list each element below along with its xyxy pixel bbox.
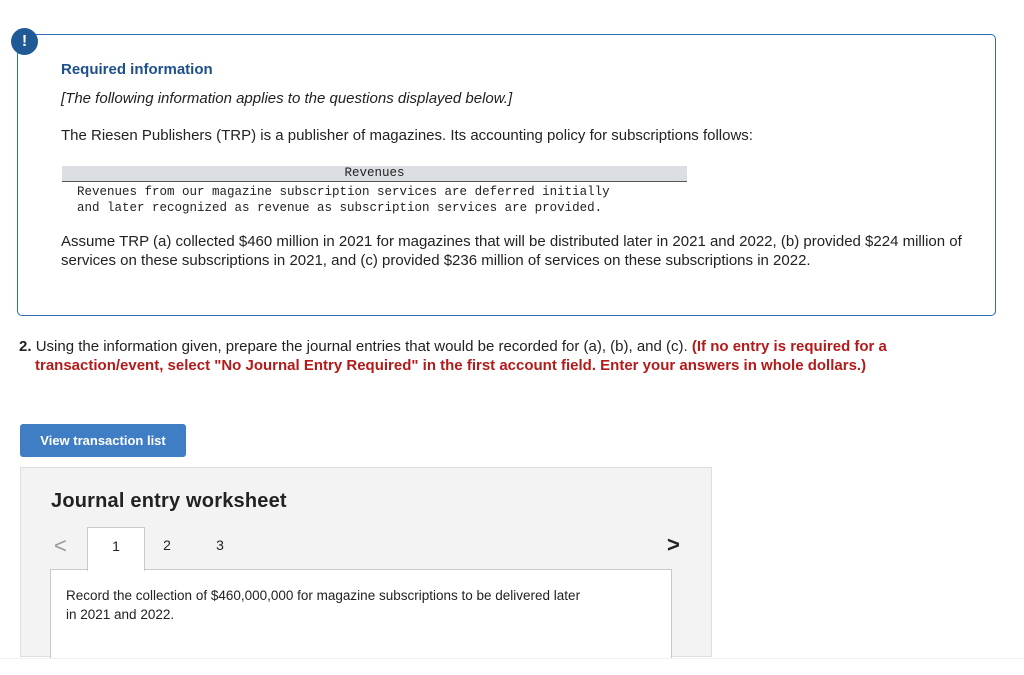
worksheet-content-panel: Record the collection of $460,000,000 fo… [50,569,672,659]
revenue-policy-table: Revenues Revenues from our magazine subs… [62,166,687,216]
policy-header: Revenues [62,166,687,182]
view-transaction-list-button[interactable]: View transaction list [20,424,186,457]
worksheet-entry-description: Record the collection of $460,000,000 fo… [66,588,581,622]
question-2: 2. Using the information given, prepare … [19,337,989,375]
alert-icon: ! [11,28,38,55]
assumption-text: Assume TRP (a) collected $460 million in… [61,233,962,269]
worksheet-title: Journal entry worksheet [51,490,287,512]
journal-entry-worksheet: Journal entry worksheet < 1 2 3 > Record… [20,467,712,659]
worksheet-tab-2[interactable]: 2 [158,527,176,570]
question-instruction-part2: transaction/event, select "No Journal En… [35,357,867,374]
question-instruction-part1: (If no entry is required for a [691,338,887,355]
applies-note: [The following information applies to th… [61,90,513,107]
question-number: 2. [19,338,32,355]
worksheet-tab-1[interactable]: 1 [87,527,145,571]
company-intro: The Riesen Publishers (TRP) is a publish… [61,127,753,144]
page-bottom-edge [0,658,1024,675]
policy-text: Revenues from our magazine subscription … [77,185,610,215]
prev-arrow-icon[interactable]: < [54,533,67,559]
next-arrow-icon[interactable]: > [667,532,680,558]
question-text: Using the information given, prepare the… [35,338,688,355]
required-information-title: Required information [61,61,213,78]
worksheet-tab-3[interactable]: 3 [211,527,229,570]
